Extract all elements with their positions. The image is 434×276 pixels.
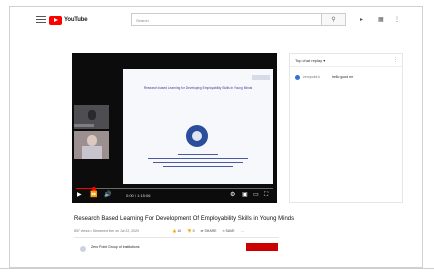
slide-logo-tag (252, 75, 270, 80)
search-input[interactable]: Search (131, 13, 322, 26)
share-label: SHARE (204, 229, 217, 233)
player-controls: ▶ ⏩ 🔊 0:00 / 1:15:06 ⚙ ▣ ▭ ⛶ (72, 185, 277, 203)
theater-icon[interactable]: ▭ (253, 192, 259, 198)
hamburger-menu-icon[interactable] (36, 16, 46, 24)
more-actions-button[interactable]: … (241, 229, 245, 233)
search-icon: ⚲ (331, 17, 336, 23)
save-button[interactable]: ≡ SAVE (223, 229, 235, 233)
video-title: Research Based Learning For Development … (74, 216, 295, 222)
youtube-logo[interactable]: YouTube (49, 15, 88, 25)
chat-title[interactable]: Top chat replay ▾ (295, 58, 325, 63)
apps-grid-icon[interactable]: ▦ (378, 16, 384, 23)
share-button[interactable]: ➦ SHARE (201, 229, 217, 233)
chat-divider (290, 66, 402, 67)
video-player[interactable]: Research based Learning for Developing E… (72, 53, 277, 203)
chat-message-text: hello good mr (332, 75, 354, 79)
more-vert-icon[interactable]: ⋮ (394, 16, 400, 23)
page-bottom-line (0, 268, 434, 269)
institution-emblem-icon (186, 125, 208, 147)
video-actions: 👍 10 👎 0 ➦ SHARE ≡ SAVE … (172, 229, 244, 233)
next-icon[interactable]: ⏩ (90, 192, 97, 198)
time-display: 0:00 / 1:15:06 (126, 193, 151, 198)
dislike-count: 0 (192, 229, 195, 233)
like-button[interactable]: 👍 10 (172, 229, 181, 233)
browser-page-frame: YouTube Search ⚲ ▸ ▦ ⋮ Research based Le… (9, 6, 423, 268)
progress-knob[interactable] (91, 186, 96, 191)
presenter-name-strip (74, 124, 94, 127)
settings-icon[interactable]: ⚙ (230, 192, 235, 198)
play-icon[interactable]: ▶ (77, 192, 82, 198)
live-chat-panel: Top chat replay ▾ ⋮ zeropoint k hello go… (289, 53, 403, 203)
channel-name[interactable]: Zero Point Group of Institutions (91, 245, 139, 249)
chat-author-avatar (295, 75, 300, 80)
section-divider (74, 237, 279, 238)
youtube-play-logo-icon (49, 15, 62, 25)
dislike-button[interactable]: 👎 0 (187, 229, 194, 233)
chat-author-name: zeropoint k (303, 75, 321, 79)
subscribe-button[interactable] (246, 243, 278, 251)
miniplayer-icon[interactable]: ▣ (242, 192, 248, 198)
video-meta: 857 views • Streamed live on Jul 22, 202… (74, 229, 140, 233)
search-button[interactable]: ⚲ (322, 13, 346, 26)
like-count: 10 (177, 229, 182, 233)
chat-more-icon[interactable]: ⋮ (393, 57, 398, 63)
logo-text: YouTube (64, 17, 88, 23)
presenter-video-2 (74, 131, 109, 159)
progress-bar[interactable] (76, 186, 273, 191)
slide-title: Research based Learning for Developing E… (143, 86, 253, 90)
save-label: SAVE (225, 229, 235, 233)
video-camera-icon[interactable]: ▸ (360, 16, 363, 23)
fullscreen-icon[interactable]: ⛶ (264, 192, 268, 198)
slide-text-lines (143, 154, 253, 170)
volume-icon[interactable]: 🔊 (104, 192, 111, 198)
presentation-slide: Research based Learning for Developing E… (123, 69, 273, 184)
top-header: YouTube Search ⚲ ▸ ▦ ⋮ (10, 7, 422, 37)
channel-avatar[interactable] (80, 246, 86, 252)
